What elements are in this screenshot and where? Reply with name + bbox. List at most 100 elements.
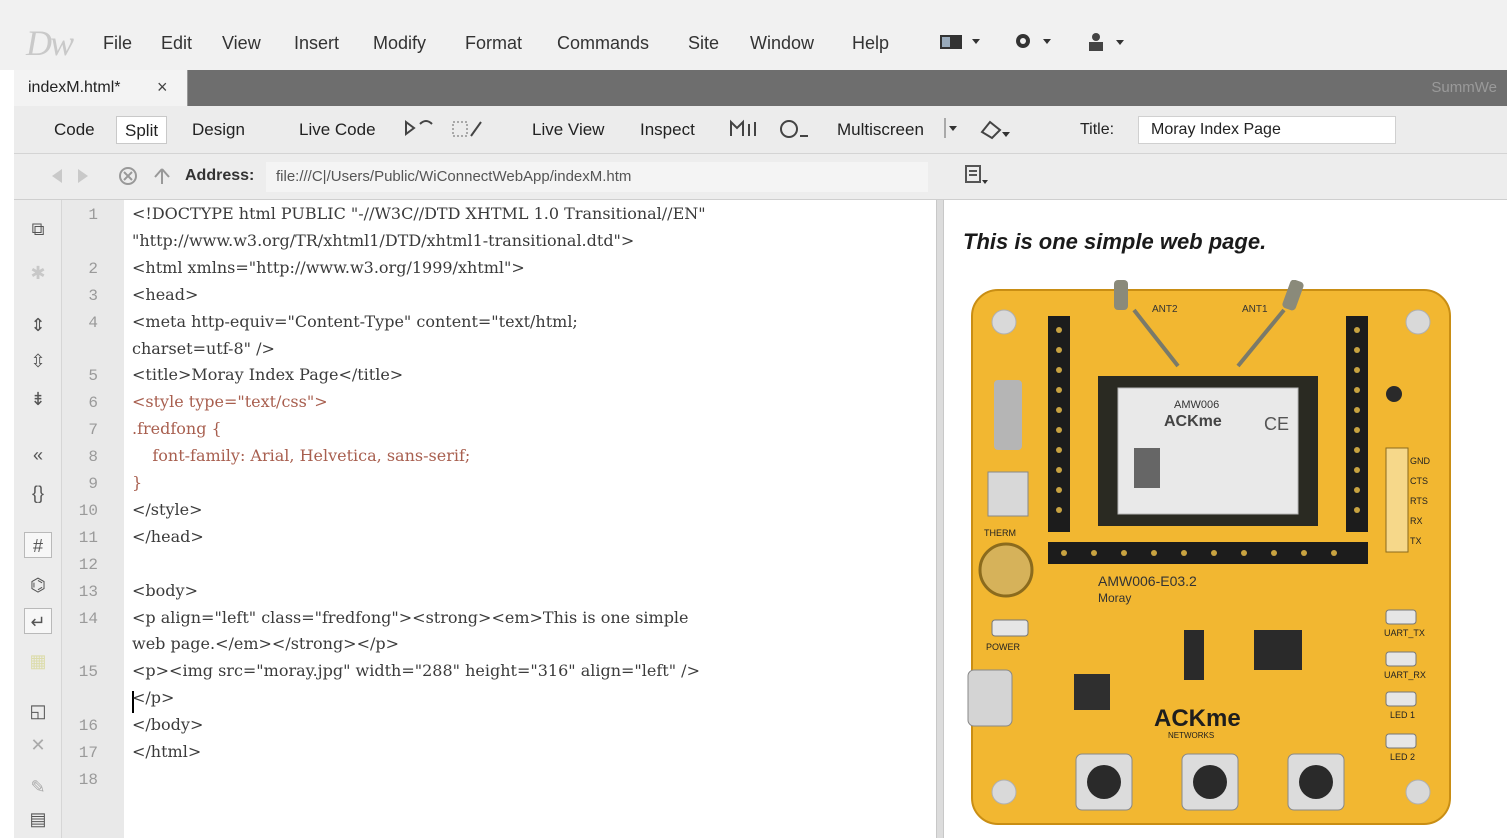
address-bar: Address: file:///C|/Users/Public/WiConne… bbox=[14, 154, 1507, 200]
menu-view[interactable]: View bbox=[222, 33, 261, 54]
code-line[interactable]: <p align="left" class="fredfong"><strong… bbox=[132, 608, 689, 627]
app-logo: Dw bbox=[26, 23, 74, 63]
code-line[interactable]: <title>Moray Index Page</title> bbox=[132, 365, 403, 384]
word-wrap-icon[interactable]: ↵ bbox=[24, 608, 52, 634]
live-code-button[interactable]: Live Code bbox=[291, 116, 384, 144]
board-sub: Moray bbox=[1098, 591, 1131, 605]
compare-icon[interactable] bbox=[404, 118, 438, 143]
code-line[interactable]: </head> bbox=[132, 527, 204, 546]
code-line[interactable]: web page.</em></strong></p> bbox=[132, 634, 399, 653]
tab-indexm[interactable]: indexM.html* × bbox=[14, 70, 188, 106]
open-documents-icon[interactable]: ⧉ bbox=[24, 216, 52, 242]
design-view-button[interactable]: Design bbox=[184, 116, 253, 144]
live-view-button[interactable]: Live View bbox=[524, 116, 612, 144]
ackme-logo: ACKme bbox=[1154, 705, 1241, 732]
menu-bar: Dw File Edit View Insert Modify Format C… bbox=[0, 0, 1507, 70]
split-view-button[interactable]: Split bbox=[116, 116, 168, 144]
multiscreen-button[interactable]: Multiscreen bbox=[829, 116, 932, 144]
show-code-navigator-icon[interactable]: ✱ bbox=[24, 260, 52, 286]
recent-snippets-icon[interactable]: ▤ bbox=[24, 806, 52, 832]
svg-text:CE: CE bbox=[1264, 414, 1289, 434]
menu-help[interactable]: Help bbox=[852, 33, 889, 54]
highlight-invalid-code-icon[interactable]: ⌬ bbox=[24, 572, 52, 598]
layout-icon[interactable] bbox=[940, 31, 984, 56]
tab-label: indexM.html* bbox=[28, 79, 121, 96]
menu-window[interactable]: Window bbox=[750, 33, 814, 54]
address-label: Address: bbox=[185, 167, 255, 184]
code-line[interactable]: <head> bbox=[132, 285, 198, 304]
user-icon[interactable] bbox=[1086, 31, 1130, 58]
line-number: 7 bbox=[88, 421, 98, 440]
menu-site[interactable]: Site bbox=[688, 33, 719, 54]
collapse-selection-icon[interactable]: ⇳ bbox=[24, 348, 52, 374]
code-editor[interactable]: <!DOCTYPE html PUBLIC "-//W3C//DTD XHTML… bbox=[124, 200, 936, 838]
led1-label: LED 1 bbox=[1390, 710, 1415, 720]
menu-insert[interactable]: Insert bbox=[294, 33, 339, 54]
line-number: 12 bbox=[78, 555, 98, 574]
code-line[interactable]: </html> bbox=[132, 742, 201, 761]
menu-modify[interactable]: Modify bbox=[373, 33, 426, 54]
code-line[interactable]: .fredfong { bbox=[132, 419, 222, 438]
line-number: 6 bbox=[88, 394, 98, 413]
code-line[interactable]: <meta http-equiv="Content-Type" content=… bbox=[132, 312, 578, 331]
address-input[interactable]: file:///C|/Users/Public/WiConnectWebApp/… bbox=[266, 162, 928, 192]
stop-icon[interactable] bbox=[118, 166, 138, 191]
coding-toolbar: ⧉ ✱ ⇕ ⇳ ⇟ « {} # ⌬ ↵ ▦ ◱ ✕ ✎ ▤ bbox=[14, 200, 62, 838]
code-view-button[interactable]: Code bbox=[46, 116, 103, 144]
menu-edit[interactable]: Edit bbox=[161, 33, 192, 54]
visual-aids-icon[interactable] bbox=[978, 118, 1012, 145]
tx-label: TX bbox=[1410, 536, 1422, 546]
rts-label: RTS bbox=[1410, 496, 1428, 506]
view-options-icon[interactable] bbox=[964, 164, 990, 191]
line-number: 4 bbox=[88, 313, 98, 332]
module-brand: ACKme bbox=[1164, 413, 1222, 430]
title-input[interactable]: Moray Index Page bbox=[1138, 116, 1396, 144]
collapse-full-tag-icon[interactable]: ⇕ bbox=[24, 312, 52, 338]
code-line[interactable]: <!DOCTYPE html PUBLIC "-//W3C//DTD XHTML… bbox=[132, 204, 706, 223]
back-icon[interactable] bbox=[50, 166, 90, 191]
select-parent-tag-icon[interactable]: « bbox=[24, 442, 52, 468]
line-number: 2 bbox=[88, 259, 98, 278]
expand-all-icon[interactable]: ⇟ bbox=[24, 386, 52, 412]
code-line[interactable]: font-family: Arial, Helvetica, sans-seri… bbox=[132, 446, 470, 465]
browser-preview-icon[interactable] bbox=[727, 118, 761, 145]
code-line[interactable]: "http://www.w3.org/TR/xhtml1/DTD/xhtml1-… bbox=[132, 231, 634, 250]
remove-comment-icon[interactable]: ✕ bbox=[24, 732, 52, 758]
line-number: 11 bbox=[78, 528, 98, 547]
line-number: 16 bbox=[78, 717, 98, 736]
balance-braces-icon[interactable]: {} bbox=[24, 480, 52, 506]
gear-icon[interactable] bbox=[1013, 31, 1057, 56]
chevron-down-icon[interactable] bbox=[944, 118, 960, 143]
refresh-icon[interactable] bbox=[778, 118, 812, 145]
inspect-dom-icon[interactable] bbox=[451, 118, 485, 145]
code-line[interactable]: </p> bbox=[132, 688, 174, 707]
inspect-button[interactable]: Inspect bbox=[632, 116, 703, 144]
home-icon[interactable] bbox=[152, 166, 172, 191]
uart-rx-label: UART_RX bbox=[1384, 670, 1426, 680]
menu-file[interactable]: File bbox=[103, 33, 132, 54]
code-line[interactable]: </style> bbox=[132, 500, 202, 519]
menu-format[interactable]: Format bbox=[465, 33, 522, 54]
board-image[interactable]: ANT2 ANT1 AMW006 ACKme CE THERM POWER GN… bbox=[964, 279, 1458, 832]
ant1-label: ANT1 bbox=[1242, 304, 1268, 315]
syntax-coloring-icon[interactable]: ▦ bbox=[24, 648, 52, 674]
ant2-label: ANT2 bbox=[1152, 304, 1178, 315]
apply-comment-icon[interactable]: ◱ bbox=[24, 698, 52, 724]
design-view[interactable]: This is one simple web page. ANT2 ANT1 A… bbox=[944, 200, 1507, 838]
line-numbers-icon[interactable]: # bbox=[24, 532, 52, 558]
code-line[interactable]: } bbox=[132, 473, 142, 492]
menu-commands[interactable]: Commands bbox=[557, 33, 649, 54]
code-line[interactable]: <style type="text/css"> bbox=[132, 392, 328, 411]
uart-tx-label: UART_TX bbox=[1384, 628, 1425, 638]
code-line[interactable]: </body> bbox=[132, 715, 203, 734]
board-name: AMW006-E03.2 bbox=[1098, 573, 1197, 589]
code-line[interactable]: <p><img src="moray.jpg" width="288" heig… bbox=[132, 661, 700, 680]
line-number: 13 bbox=[78, 582, 98, 601]
close-icon[interactable]: × bbox=[157, 77, 168, 98]
wrap-tag-icon[interactable]: ✎ bbox=[24, 774, 52, 800]
code-line[interactable]: charset=utf-8" /> bbox=[132, 339, 275, 358]
line-number: 8 bbox=[88, 448, 98, 467]
code-line[interactable]: <body> bbox=[132, 581, 198, 600]
split-divider[interactable] bbox=[936, 200, 944, 838]
code-line[interactable]: <html xmlns="http://www.w3.org/1999/xhtm… bbox=[132, 258, 525, 277]
